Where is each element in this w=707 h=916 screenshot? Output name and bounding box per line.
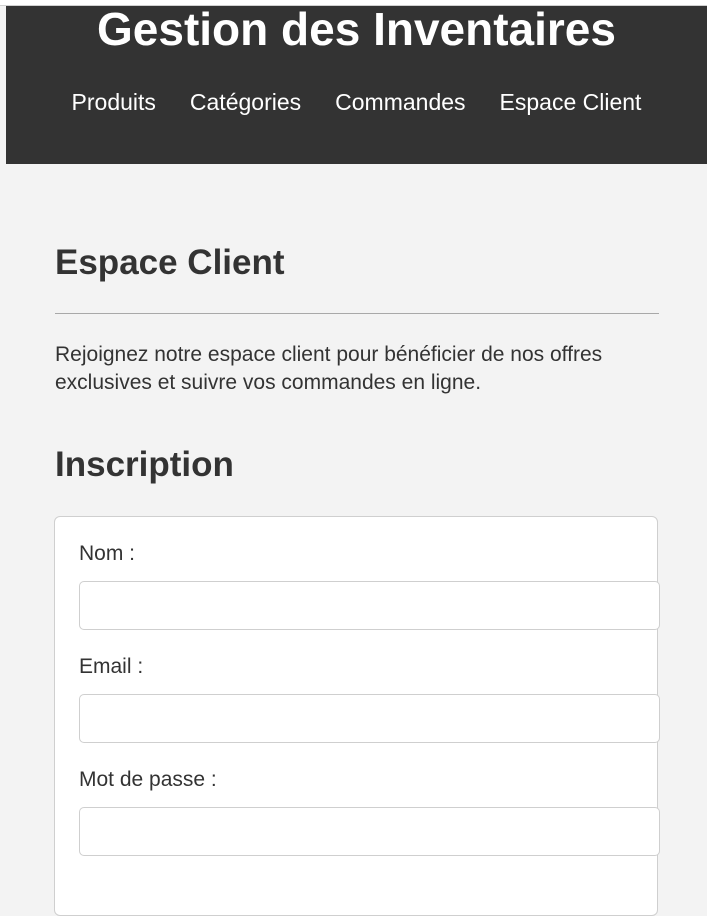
password-label: Mot de passe :	[79, 768, 217, 791]
nav-link-categories[interactable]: Catégories	[190, 88, 301, 116]
section-divider	[55, 313, 659, 314]
form-title: Inscription	[55, 445, 234, 484]
site-header: Gestion des Inventaires Produits Catégor…	[6, 6, 707, 164]
nav-link-espace-client[interactable]: Espace Client	[500, 88, 642, 116]
nav-link-commandes[interactable]: Commandes	[335, 88, 465, 116]
intro-text: Rejoignez notre espace client pour bénéf…	[55, 343, 603, 394]
main-nav: Produits Catégories Commandes Espace Cli…	[6, 88, 707, 116]
email-input[interactable]	[79, 694, 660, 743]
name-label: Nom :	[79, 542, 136, 565]
name-input[interactable]	[79, 581, 660, 630]
registration-form: Nom : Email : Mot de passe :	[54, 516, 660, 916]
email-label: Email :	[79, 655, 144, 678]
site-title: Gestion des Inventaires	[97, 3, 616, 55]
password-input[interactable]	[79, 807, 660, 856]
section-title: Espace Client	[55, 243, 285, 282]
nav-link-produits[interactable]: Produits	[72, 88, 156, 116]
